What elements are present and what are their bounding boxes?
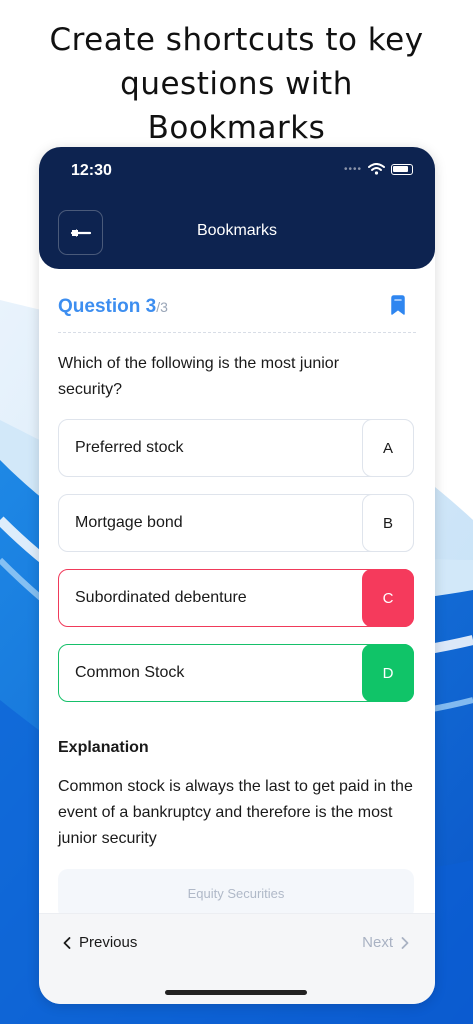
option-text: Common Stock (75, 664, 185, 681)
battery-icon (391, 163, 413, 175)
explanation-text: Common stock is always the last to get p… (58, 778, 413, 847)
phone-frame: 12:30 •••• Bookmarks Question 3/3 Which … (39, 147, 435, 1004)
option-d[interactable]: Common Stock D (58, 644, 414, 702)
promo-line-3: Bookmarks (147, 110, 326, 146)
question-header: Question 3/3 (58, 293, 416, 333)
home-indicator[interactable] (165, 990, 307, 995)
option-text: Subordinated debenture (75, 589, 247, 606)
question-total: /3 (156, 299, 168, 315)
signal-dots-icon: •••• (343, 163, 362, 175)
chevron-left-icon (63, 936, 71, 949)
option-letter: C (362, 569, 414, 627)
previous-button[interactable]: Previous (63, 934, 137, 951)
previous-label: Previous (79, 934, 138, 951)
option-letter: D (362, 644, 414, 702)
explanation-title: Explanation (58, 739, 149, 756)
promo-line-2: questions with (120, 66, 353, 102)
option-a[interactable]: Preferred stock A (58, 419, 414, 477)
promo-line-1: Create shortcuts to key (49, 22, 424, 58)
option-letter: A (362, 419, 414, 477)
bookmark-icon[interactable] (390, 295, 406, 316)
option-letter: B (362, 494, 414, 552)
status-icons: •••• (344, 163, 413, 175)
page-title: Bookmarks (196, 222, 278, 239)
navbar: 12:30 •••• Bookmarks (39, 147, 435, 269)
option-b[interactable]: Mortgage bond B (58, 494, 414, 552)
topic-chip: Equity Securities (58, 869, 414, 919)
question-label: Question 3 (58, 296, 157, 317)
promo-heading: Create shortcuts to key questions with B… (0, 18, 473, 150)
option-text: Preferred stock (75, 439, 184, 456)
next-button[interactable]: Next (362, 934, 409, 951)
option-text: Mortgage bond (75, 514, 183, 531)
chevron-right-icon (401, 936, 409, 949)
footer-nav: Previous Next (39, 913, 435, 1004)
question-text: Which of the following is the most junio… (58, 355, 340, 398)
question-number: Question 3/3 (58, 296, 168, 318)
wifi-icon (368, 163, 385, 175)
status-time: 12:30 (71, 162, 112, 179)
option-c[interactable]: Subordinated debenture C (58, 569, 414, 627)
next-label: Next (362, 934, 393, 951)
